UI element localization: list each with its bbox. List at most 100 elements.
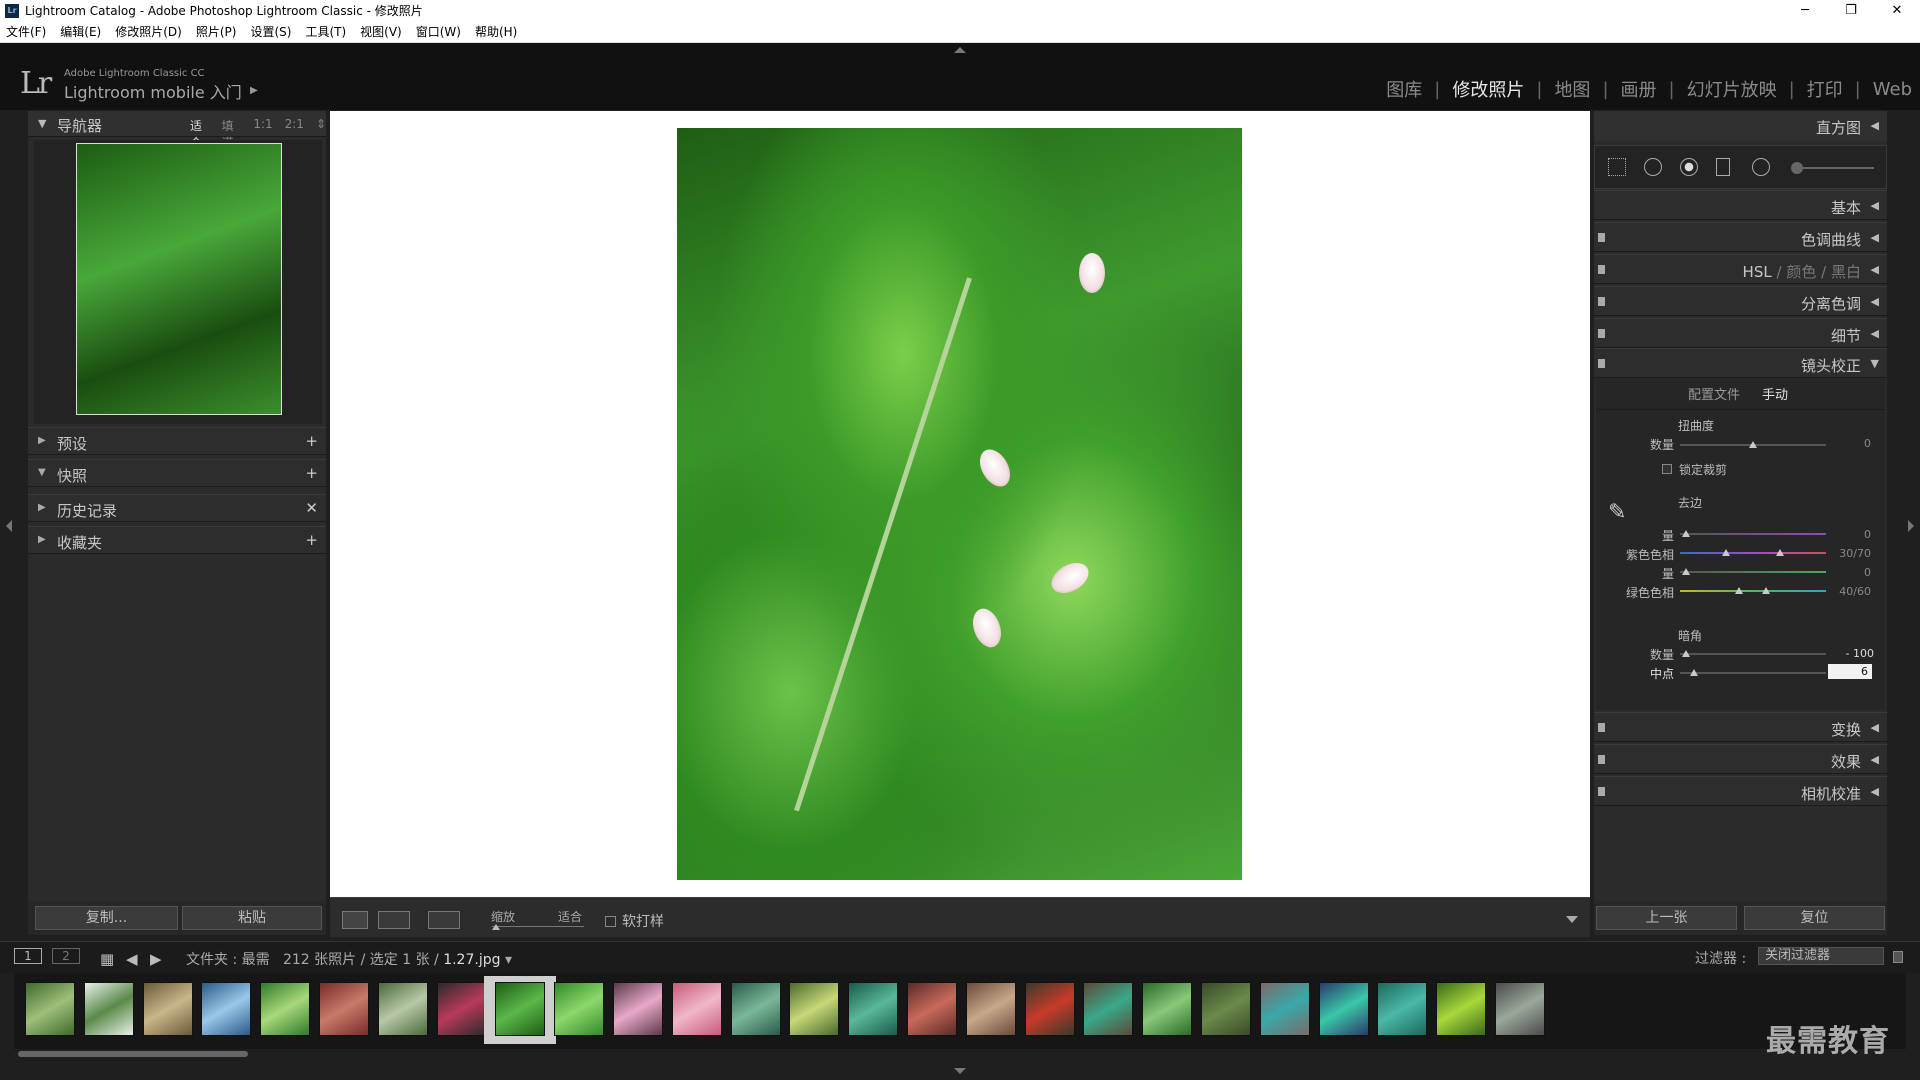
panel-detail[interactable]: 细节 ◀	[1594, 318, 1887, 348]
panel-switch-icon[interactable]	[1598, 723, 1605, 732]
lock-crop-checkbox[interactable]	[1662, 464, 1672, 474]
bw-tab[interactable]: 黑白	[1831, 263, 1861, 281]
left-panel-toggle-icon[interactable]	[6, 520, 12, 532]
menu-help[interactable]: 帮助(H)	[475, 23, 517, 40]
play-arrow-icon[interactable]: ▶	[250, 85, 258, 96]
main-window-button[interactable]: 1	[14, 948, 42, 964]
panel-switch-icon[interactable]	[1598, 329, 1605, 338]
vignetting-amount-value[interactable]: - 100	[1834, 647, 1874, 660]
before-after-icon[interactable]	[378, 911, 410, 929]
filmstrip-thumbnail[interactable]	[671, 982, 722, 1036]
panel-switch-icon[interactable]	[1598, 359, 1605, 368]
slider-thumb[interactable]	[1735, 587, 1743, 594]
zoom-slider[interactable]	[492, 926, 584, 927]
spot-removal-icon[interactable]	[1644, 158, 1662, 176]
menu-window[interactable]: 窗口(W)	[416, 23, 461, 40]
filmstrip-thumbnail[interactable]	[1495, 982, 1545, 1036]
add-icon[interactable]: +	[305, 531, 318, 549]
adjustment-brush-icon[interactable]	[1791, 162, 1803, 174]
slider-thumb[interactable]	[1749, 441, 1757, 448]
filmstrip-thumbnail[interactable]	[495, 982, 546, 1036]
tab-profile[interactable]: 配置文件	[1688, 384, 1740, 403]
filmstrip-scrollbar[interactable]	[18, 1051, 248, 1057]
filmstrip-thumbnail[interactable]	[730, 982, 781, 1036]
filmstrip-thumbnail[interactable]	[554, 982, 605, 1036]
panel-history[interactable]: ▶ 历史记录 ✕	[28, 494, 326, 522]
filter-select[interactable]: 关闭过滤器	[1758, 947, 1884, 965]
slider-thumb[interactable]	[1690, 669, 1698, 676]
red-eye-icon[interactable]	[1680, 158, 1698, 176]
filmstrip-thumbnail[interactable]	[1083, 982, 1134, 1036]
green-amount-value[interactable]: 0	[1831, 566, 1871, 579]
purple-hue-slider[interactable]	[1680, 552, 1826, 554]
lightroom-mobile-link[interactable]: Lightroom mobile 入门	[64, 79, 242, 103]
panel-hsl[interactable]: HSL / 颜色 / 黑白 ◀	[1594, 254, 1887, 284]
hsl-tab[interactable]: HSL	[1743, 263, 1772, 281]
filmstrip-thumbnail[interactable]	[1318, 982, 1369, 1036]
zoom-slider-thumb[interactable]	[492, 924, 500, 930]
bottom-panel-toggle-icon[interactable]	[954, 1068, 966, 1074]
menu-edit[interactable]: 编辑(E)	[60, 23, 101, 40]
loupe-view-icon[interactable]	[342, 911, 368, 929]
slider-thumb[interactable]	[1682, 568, 1690, 575]
panel-effects[interactable]: 效果 ◀	[1594, 744, 1887, 774]
graduated-filter-icon[interactable]	[1716, 158, 1730, 176]
distortion-amount-value[interactable]: 0	[1831, 437, 1871, 450]
before-after-split-icon[interactable]	[428, 911, 460, 929]
expand-triangle-icon[interactable]: ▼	[1871, 357, 1879, 370]
filmstrip-thumbnail[interactable]	[965, 982, 1016, 1036]
filmstrip-thumbnail[interactable]	[142, 982, 193, 1036]
panel-split-toning[interactable]: 分离色调 ◀	[1594, 286, 1887, 316]
navigator-preview-image[interactable]	[76, 143, 282, 415]
panel-switch-icon[interactable]	[1598, 755, 1605, 764]
panel-camera-calibration[interactable]: 相机校准 ◀	[1594, 776, 1887, 806]
filmstrip-thumbnail[interactable]	[25, 982, 75, 1036]
panel-presets[interactable]: ▶ 预设 +	[28, 427, 326, 455]
filmstrip-thumbnail[interactable]	[201, 982, 252, 1036]
filmstrip-thumbnail[interactable]	[848, 982, 899, 1036]
filmstrip-thumbnail[interactable]	[907, 982, 957, 1036]
softproof-toggle[interactable]: 软打样	[605, 911, 664, 931]
close-button[interactable]: ✕	[1874, 0, 1920, 21]
filmstrip-thumbnail[interactable]	[260, 982, 311, 1036]
menu-file[interactable]: 文件(F)	[6, 23, 46, 40]
panel-transform[interactable]: 变换 ◀	[1594, 712, 1887, 742]
navigator-header[interactable]: ▼ 导航器 适合 填满 1:1 2:1 ⇕	[28, 111, 326, 150]
copy-button[interactable]: 复制...	[35, 906, 178, 930]
fringe-color-selector-icon[interactable]: ✎	[1608, 500, 1626, 525]
paste-button[interactable]: 粘贴	[182, 906, 322, 930]
purple-amount-value[interactable]: 0	[1831, 528, 1871, 541]
module-web[interactable]: Web	[1873, 79, 1912, 100]
adjustment-brush-slider[interactable]	[1794, 167, 1874, 169]
collapse-triangle-icon[interactable]: ◀	[1871, 721, 1879, 734]
toolbar-menu-icon[interactable]	[1566, 916, 1578, 923]
panel-switch-icon[interactable]	[1598, 787, 1605, 796]
filmstrip-thumbnail[interactable]	[377, 982, 428, 1036]
module-slideshow[interactable]: 幻灯片放映	[1687, 76, 1777, 102]
back-arrow-icon[interactable]: ◀	[126, 950, 138, 968]
collapse-triangle-icon[interactable]: ▼	[38, 117, 46, 130]
filmstrip-thumbnail[interactable]	[1201, 982, 1251, 1036]
filmstrip-thumbnail[interactable]	[613, 982, 663, 1036]
radial-filter-icon[interactable]	[1752, 158, 1770, 176]
collapse-triangle-icon[interactable]: ◀	[1871, 753, 1879, 766]
clear-icon[interactable]: ✕	[305, 499, 318, 517]
filmstrip-thumbnail[interactable]	[1142, 982, 1193, 1036]
slider-thumb[interactable]	[1682, 530, 1690, 537]
reset-button[interactable]: 复位	[1744, 906, 1885, 930]
filmstrip-source-info[interactable]: 文件夹 : 最需 212 张照片 / 选定 1 张 / 1.27.jpg ▾	[186, 949, 512, 969]
panel-collections[interactable]: ▶ 收藏夹 +	[28, 526, 326, 554]
filmstrip-thumbnail[interactable]	[83, 982, 134, 1036]
panel-switch-icon[interactable]	[1598, 265, 1605, 274]
collapse-triangle-icon[interactable]: ◀	[1871, 327, 1879, 340]
panel-tone-curve[interactable]: 色调曲线 ◀	[1594, 222, 1887, 252]
menu-tools[interactable]: 工具(T)	[305, 23, 346, 40]
menu-view[interactable]: 视图(V)	[360, 23, 402, 40]
collapse-triangle-icon[interactable]: ◀	[1871, 785, 1879, 798]
collapse-triangle-icon[interactable]: ◀	[1871, 199, 1879, 212]
add-icon[interactable]: +	[305, 464, 318, 482]
histogram-header[interactable]: 直方图 ◀	[1594, 111, 1887, 141]
green-hue-value[interactable]: 40/60	[1831, 585, 1871, 598]
module-print[interactable]: 打印	[1807, 76, 1843, 102]
filmstrip-thumbnail[interactable]	[1436, 982, 1487, 1036]
